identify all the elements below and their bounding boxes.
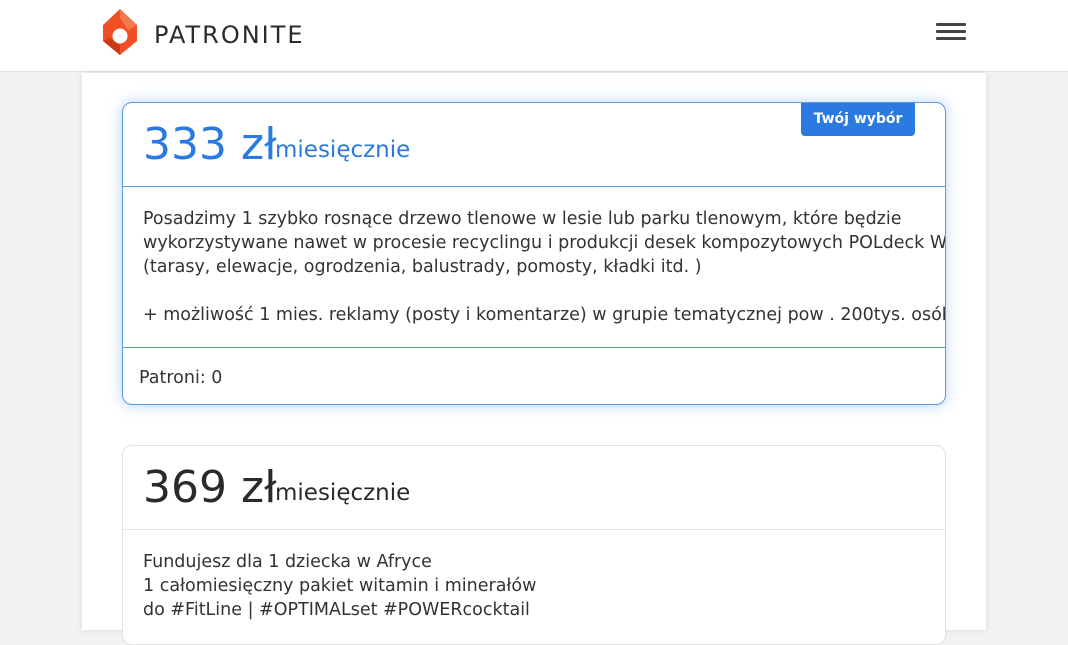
tier-footer: Patroni: 0 xyxy=(123,348,945,404)
tiers-panel: 333 zł miesięcznie Twój wybór Posadzimy … xyxy=(82,73,986,645)
hamburger-menu-icon[interactable] xyxy=(934,20,968,44)
top-header: PATRONITE xyxy=(0,0,1068,72)
menu-bar xyxy=(936,37,966,40)
tier-description: Posadzimy 1 szybko rosnące drzewo tlenow… xyxy=(123,187,945,348)
description-line: Fundujesz dla 1 dziecka w Afryce xyxy=(143,552,432,572)
reward-tier-card[interactable]: 333 zł miesięcznie Twój wybór Posadzimy … xyxy=(122,102,946,405)
tier-period: miesięcznie xyxy=(275,480,411,506)
patrons-count: Patroni: 0 xyxy=(139,368,223,388)
description-line: (tarasy, elewacje, ogrodzenia, balustrad… xyxy=(143,257,702,277)
menu-bar xyxy=(936,23,966,26)
tier-description-text: Fundujesz dla 1 dziecka w Afryce 1 całom… xyxy=(143,550,923,622)
your-choice-badge: Twój wybór xyxy=(801,103,915,136)
description-line: wykorzystywane nawet w procesie recyclin… xyxy=(143,233,946,253)
tier-price: 333 zł xyxy=(143,119,277,170)
tier-period: miesięcznie xyxy=(275,137,411,163)
brand-name[interactable]: PATRONITE xyxy=(154,19,305,51)
reward-tier-card[interactable]: 369 zł miesięcznie Fundujesz dla 1 dziec… xyxy=(122,445,946,645)
tier-price: 369 zł xyxy=(143,462,277,513)
tier-description: Fundujesz dla 1 dziecka w Afryce 1 całom… xyxy=(123,530,945,644)
tier-header: 369 zł miesięcznie xyxy=(123,446,945,530)
description-line: do #FitLine | #OPTIMALset #POWERcocktail xyxy=(143,600,530,620)
description-line: 1 całomiesięczny pakiet witamin i minera… xyxy=(143,576,537,596)
patronite-logo-icon[interactable] xyxy=(100,8,140,56)
menu-bar xyxy=(936,30,966,33)
description-line: Posadzimy 1 szybko rosnące drzewo tlenow… xyxy=(143,209,902,229)
tier-extra-benefit: + możliwość 1 mies. reklamy (posty i kom… xyxy=(143,305,946,325)
tier-header: 333 zł miesięcznie Twój wybór xyxy=(123,103,945,187)
tier-description-text: Posadzimy 1 szybko rosnące drzewo tlenow… xyxy=(143,207,946,279)
